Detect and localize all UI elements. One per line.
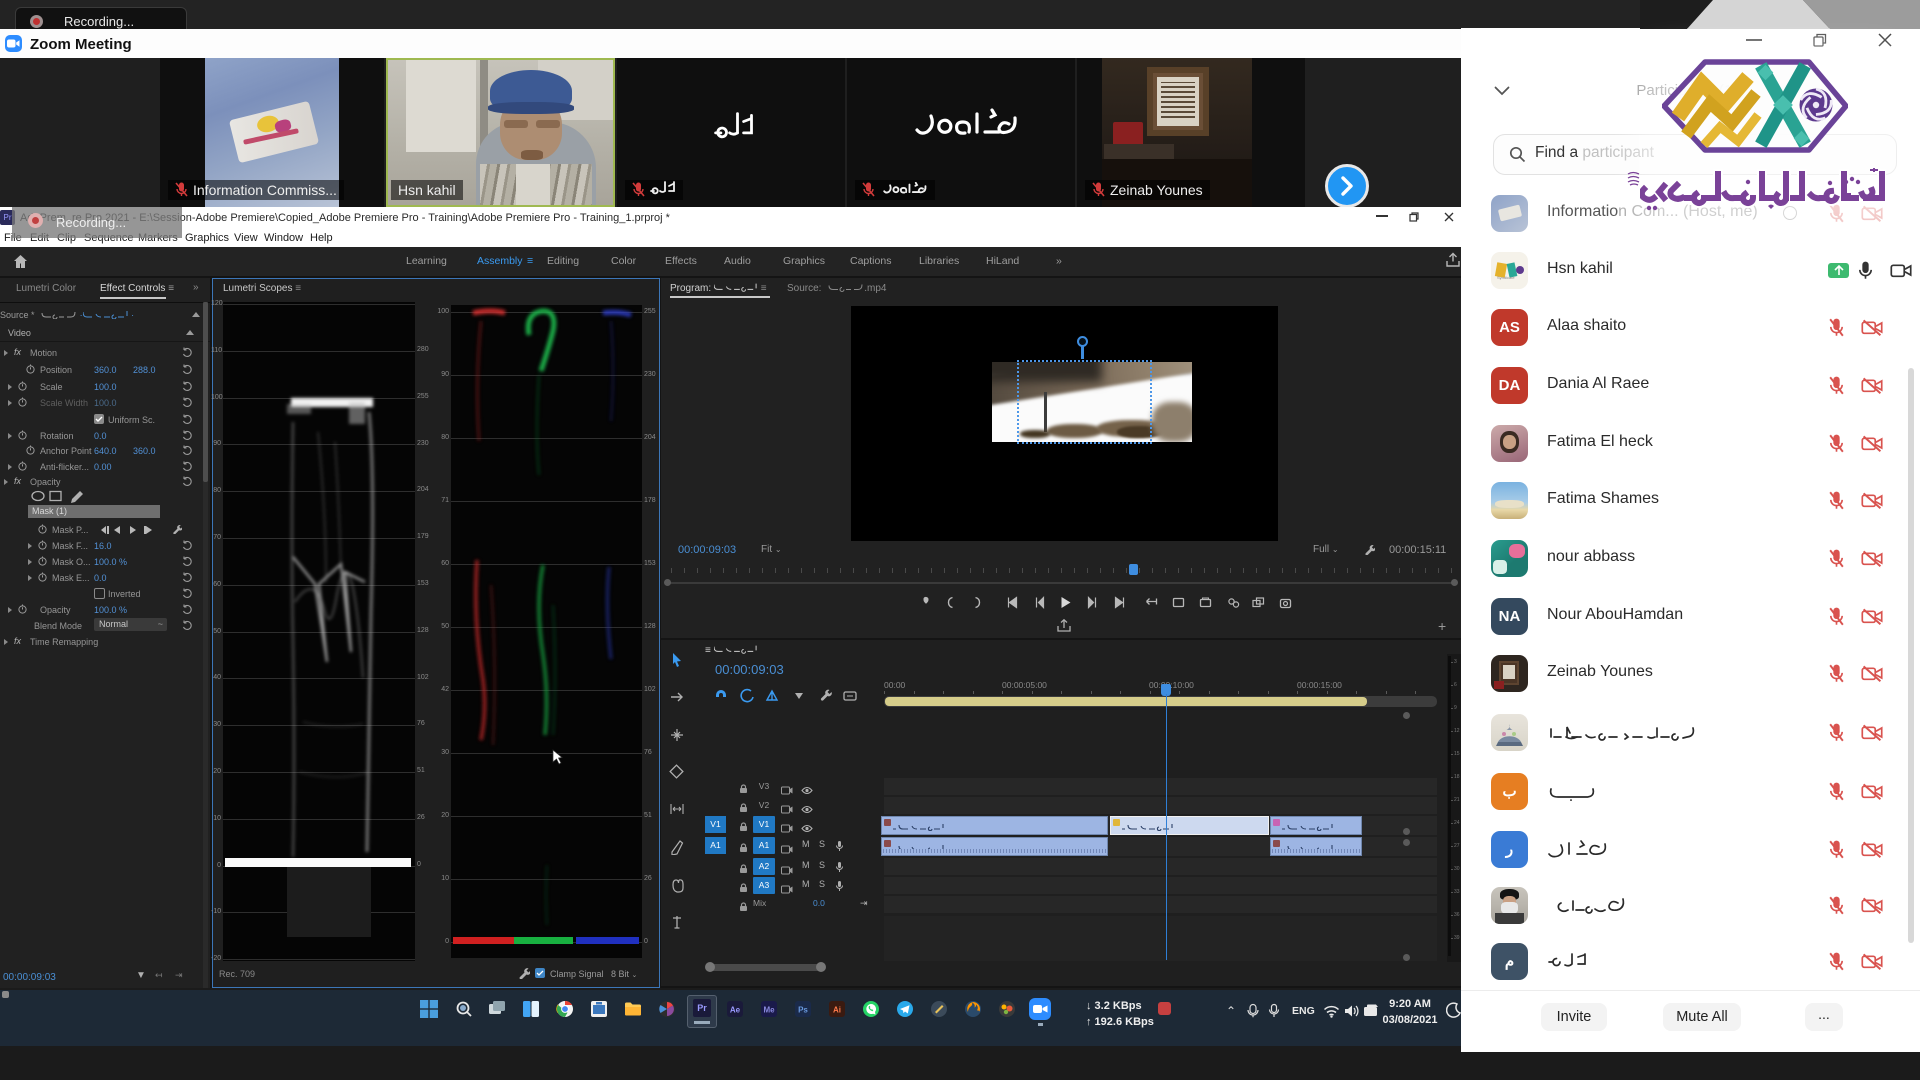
svg-text:Ae: Ae <box>730 1006 741 1015</box>
svg-text:Ps: Ps <box>798 1006 808 1015</box>
svg-text:Me: Me <box>763 1006 775 1015</box>
svg-text:Ai: Ai <box>833 1006 841 1015</box>
svg-text:Syndicate: Syndicate <box>1497 275 1515 280</box>
